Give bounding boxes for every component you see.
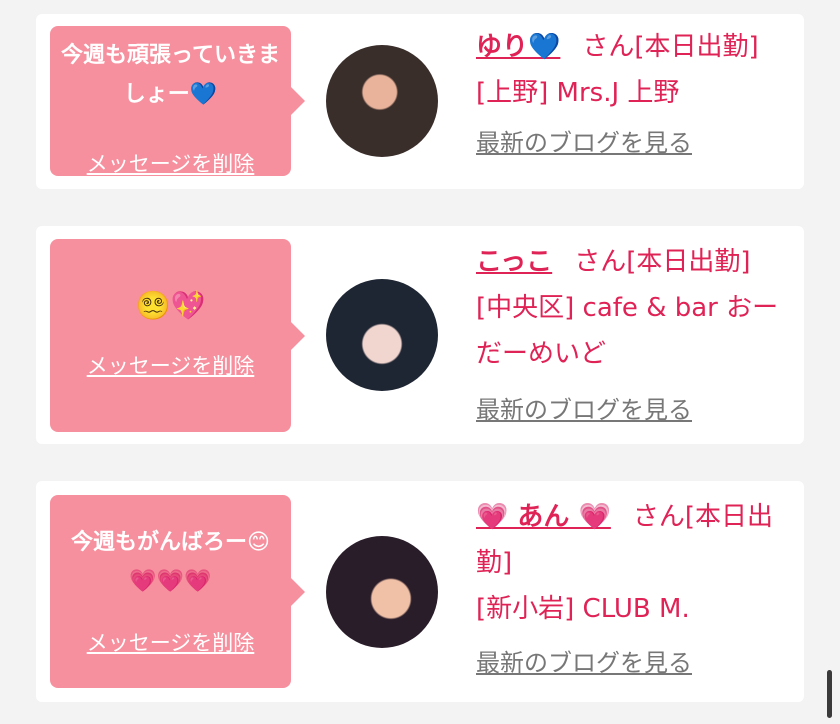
- message-bubble: 今週も頑張っていきましょー💙 メッセージを削除: [50, 26, 305, 178]
- cast-status: さん[本日出勤]: [582, 32, 759, 62]
- shop-name: [上野] Mrs.J 上野: [476, 78, 680, 108]
- cast-info: こっこ さん[本日出勤] [中央区] cafe & bar おーだーめいど 最新の…: [476, 239, 784, 433]
- message-text: 今週も頑張っていきましょー💙: [61, 43, 280, 107]
- delete-message-link[interactable]: メッセージを削除: [50, 350, 291, 380]
- shop-name: [中央区] cafe & bar おーだーめいど: [476, 293, 779, 369]
- cast-name-link[interactable]: こっこ: [476, 247, 552, 277]
- message-text: 😵‍💫💖: [135, 289, 206, 322]
- cast-status: さん[本日出勤]: [574, 247, 751, 277]
- message-card: 😵‍💫💖 メッセージを削除 こっこ さん[本日出勤] [中央区] cafe & b…: [36, 226, 804, 444]
- delete-message-link[interactable]: メッセージを削除: [50, 148, 291, 178]
- message-bubble: 今週もがんばろー😊💗💗💗 メッセージを削除: [50, 495, 305, 688]
- cast-name-link[interactable]: ゆり💙: [476, 32, 560, 62]
- cast-info: ゆり💙 さん[本日出勤] [上野] Mrs.J 上野 最新のブログを見る: [476, 24, 784, 166]
- shop-name: [新小岩] CLUB M.: [476, 594, 690, 624]
- latest-blog-link[interactable]: 最新のブログを見る: [476, 120, 784, 166]
- latest-blog-link[interactable]: 最新のブログを見る: [476, 640, 784, 686]
- avatar[interactable]: [326, 45, 438, 157]
- message-card: 今週もがんばろー😊💗💗💗 メッセージを削除 💗 あん 💗 さん[本日出勤] [新小…: [36, 481, 804, 702]
- message-text: 今週もがんばろー😊💗💗💗: [71, 530, 270, 594]
- avatar[interactable]: [326, 536, 438, 648]
- message-card: 今週も頑張っていきましょー💙 メッセージを削除 ゆり💙 さん[本日出勤] [上野]…: [36, 14, 804, 189]
- delete-message-link[interactable]: メッセージを削除: [50, 627, 291, 657]
- cast-info: 💗 あん 💗 さん[本日出勤] [新小岩] CLUB M. 最新のブログを見る: [476, 494, 784, 686]
- message-bubble: 😵‍💫💖 メッセージを削除: [50, 239, 305, 432]
- scroll-indicator[interactable]: [827, 670, 832, 718]
- cast-name-link[interactable]: 💗 あん 💗: [476, 502, 611, 532]
- avatar[interactable]: [326, 279, 438, 391]
- latest-blog-link[interactable]: 最新のブログを見る: [476, 387, 784, 433]
